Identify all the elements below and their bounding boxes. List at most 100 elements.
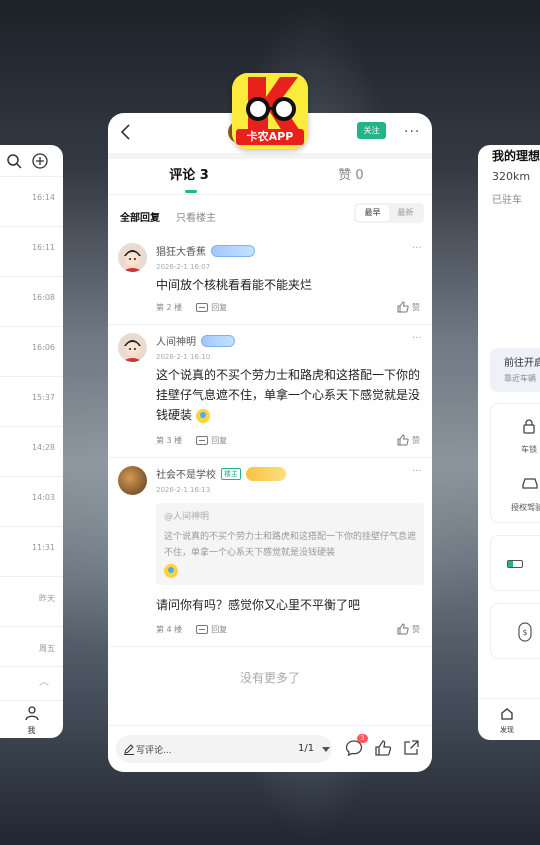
sort-toggle: 最早 最新 bbox=[354, 203, 424, 223]
home-icon bbox=[501, 708, 513, 720]
share-icon[interactable] bbox=[402, 739, 420, 757]
chat-time: 16:06 bbox=[0, 327, 63, 377]
comment-user[interactable]: 社会不是学校 楼主 bbox=[156, 466, 286, 481]
page-indicator[interactable]: 1/1 bbox=[298, 743, 314, 754]
notification-badge: 3 bbox=[357, 734, 368, 743]
key-tile[interactable]: $ 钥 已 bbox=[490, 603, 540, 659]
lock-label: 车锁 bbox=[521, 445, 537, 454]
filter-all-replies[interactable]: 全部回复 bbox=[120, 209, 160, 224]
laugh-cry-emoji-icon bbox=[164, 563, 178, 578]
avatar-face-icon bbox=[118, 333, 147, 362]
reply-button[interactable]: 回复 bbox=[196, 624, 227, 635]
like-label: 赞 bbox=[412, 624, 420, 634]
avatar[interactable] bbox=[118, 243, 147, 272]
comment-text: 请问你有吗？感觉你又心里不平衡了吧 bbox=[156, 598, 361, 612]
control-tiles: 车锁 授权驾驶 bbox=[490, 403, 540, 523]
left-card-toolbar bbox=[0, 145, 63, 177]
tab-me-label: 我 bbox=[27, 726, 36, 735]
reply-icon bbox=[196, 435, 209, 445]
chevron-down-icon[interactable] bbox=[322, 747, 330, 752]
comment-more-icon[interactable]: ··· bbox=[412, 466, 422, 477]
car-range: 320km bbox=[492, 170, 531, 183]
avatar[interactable] bbox=[118, 333, 147, 362]
car-title: 我的理想 bbox=[492, 149, 540, 163]
reply-button[interactable]: 回复 bbox=[196, 302, 227, 313]
comment-meta: 第 2 楼 回复 bbox=[156, 302, 227, 313]
more-options-icon[interactable]: ··· bbox=[404, 124, 420, 140]
comment-bottom-bar: 写评论... 1/1 3 bbox=[108, 725, 432, 772]
go-open-banner[interactable]: 前往开启 靠近车辆 bbox=[490, 348, 540, 392]
tab-likes[interactable]: 赞 0 bbox=[270, 159, 432, 194]
tab-discover[interactable]: 发现 bbox=[478, 698, 540, 740]
chat-time: 16:08 bbox=[0, 277, 63, 327]
like-label: 赞 bbox=[412, 435, 420, 445]
sort-latest[interactable]: 最新 bbox=[389, 205, 422, 221]
quoted-comment[interactable]: @人间神明 这个说真的不买个劳力士和路虎和这搭配一下你的挂壁仔气息遮不住，单拿一… bbox=[156, 503, 424, 585]
right-app-card[interactable]: 我的理想 320km 已驻车 前往开启 靠近车辆 车锁 授权驾驶 4 剩 $ 钥… bbox=[478, 145, 540, 740]
tab-discover-label: 发现 bbox=[500, 726, 514, 734]
comment-meta: 第 4 楼 回复 bbox=[156, 624, 227, 635]
follow-button[interactable]: 关注 bbox=[357, 122, 386, 139]
chat-time: 14:28 bbox=[0, 427, 63, 477]
comment-item: 猖狂大香蕉 2026-2-1 16:07 ··· 中间放个核桃看看能不能夹烂 第… bbox=[108, 235, 432, 325]
like-label: 赞 bbox=[412, 302, 420, 312]
comment-more-icon[interactable]: ··· bbox=[412, 243, 422, 254]
comment-text: 中间放个核桃看看能不能夹烂 bbox=[156, 278, 313, 292]
thumbs-up-icon[interactable] bbox=[374, 739, 392, 757]
app-icon[interactable]: 卡农APP bbox=[232, 73, 308, 149]
chat-time: 16:11 bbox=[0, 227, 63, 277]
center-app-card[interactable]: 校 关注 ··· 评论 3 赞 0 全部回复 只看楼主 最早 最新 猖狂大香蕉 … bbox=[108, 113, 432, 772]
car-status: 已驻车 bbox=[492, 195, 522, 206]
quoted-user: @人间神明 bbox=[164, 512, 210, 522]
reply-label: 回复 bbox=[211, 625, 228, 634]
lock-icon[interactable] bbox=[521, 418, 537, 434]
app-name-label: 卡农APP bbox=[236, 129, 304, 145]
sort-earliest[interactable]: 最早 bbox=[356, 205, 389, 221]
battery-icon bbox=[507, 560, 523, 568]
go-open-sub: 靠近车辆 bbox=[504, 374, 536, 383]
tab-me[interactable]: 我 bbox=[0, 700, 63, 738]
username[interactable]: 社会不是学校 bbox=[156, 466, 216, 481]
chevron-up-icon[interactable]: ︿ bbox=[0, 667, 63, 688]
username[interactable]: 人间神明 bbox=[156, 333, 196, 348]
filter-owner-only[interactable]: 只看楼主 bbox=[176, 209, 216, 224]
comment-like-tabs: 评论 3 赞 0 bbox=[108, 159, 432, 195]
reply-icon bbox=[196, 624, 209, 634]
avatar-face-icon bbox=[118, 243, 147, 272]
owner-tag: 楼主 bbox=[221, 467, 241, 480]
floor-number: 第 4 楼 bbox=[156, 625, 183, 634]
reply-icon bbox=[196, 302, 209, 312]
active-tab-indicator bbox=[185, 190, 197, 193]
svg-text:$: $ bbox=[522, 628, 527, 637]
comment-time: 2026-2-1 16:10 bbox=[156, 353, 211, 361]
battery-tile[interactable]: 4 剩 bbox=[490, 535, 540, 591]
write-comment-input[interactable]: 写评论... 1/1 bbox=[116, 735, 332, 763]
left-app-card[interactable]: 16:14 16:11 16:08 16:06 15:37 14:28 14:0… bbox=[0, 145, 63, 738]
avatar[interactable] bbox=[118, 466, 147, 495]
chat-time: 11:31 bbox=[0, 527, 63, 577]
pen-icon bbox=[124, 744, 134, 755]
back-icon[interactable] bbox=[116, 122, 136, 142]
like-button[interactable]: 赞 bbox=[397, 623, 420, 635]
search-icon[interactable] bbox=[6, 153, 22, 169]
chat-time: 16:14 bbox=[0, 177, 63, 227]
reply-button[interactable]: 回复 bbox=[196, 435, 227, 446]
laugh-cry-emoji-icon bbox=[195, 408, 210, 423]
username[interactable]: 猖狂大香蕉 bbox=[156, 243, 206, 258]
comment-filter-bar: 全部回复 只看楼主 最早 最新 bbox=[108, 195, 432, 235]
level-badge bbox=[211, 244, 255, 257]
person-icon bbox=[24, 706, 39, 721]
car-icon[interactable] bbox=[521, 476, 539, 490]
tab-comments[interactable]: 评论 3 bbox=[108, 159, 270, 194]
comment-text: 这个说真的不买个劳力士和路虎和这搭配一下你的挂壁仔气息遮不住，单拿一个心系天下感… bbox=[156, 365, 426, 425]
level-badge bbox=[201, 334, 235, 347]
floor-number: 第 3 楼 bbox=[156, 436, 183, 445]
comment-user[interactable]: 人间神明 bbox=[156, 333, 235, 348]
like-button[interactable]: 赞 bbox=[397, 434, 420, 446]
comment-user[interactable]: 猖狂大香蕉 bbox=[156, 243, 255, 258]
add-icon[interactable] bbox=[32, 152, 48, 169]
comment-more-icon[interactable]: ··· bbox=[412, 333, 422, 344]
auth-drive-label: 授权驾驶 bbox=[511, 503, 540, 512]
chat-time: 15:37 bbox=[0, 377, 63, 427]
like-button[interactable]: 赞 bbox=[397, 301, 420, 313]
